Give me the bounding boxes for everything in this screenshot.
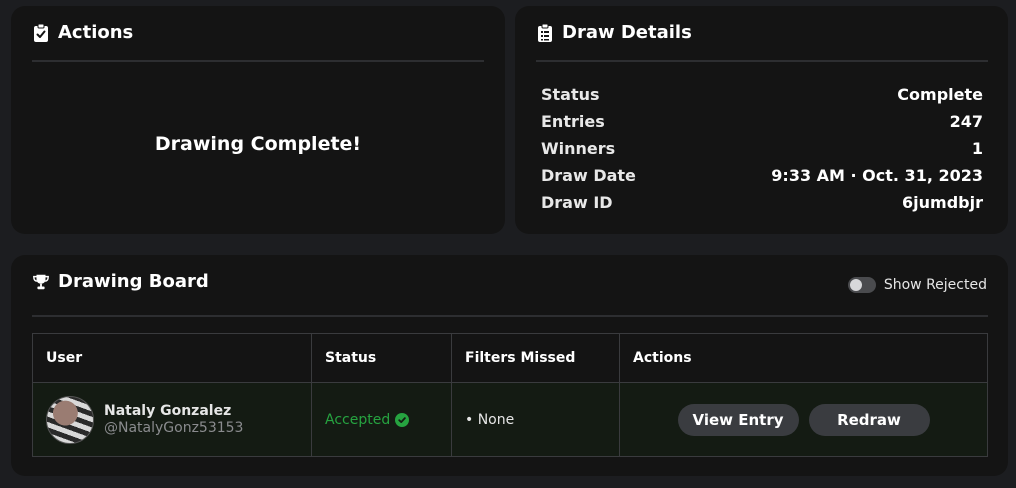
detail-row-status: Status Complete	[541, 81, 983, 108]
user-cell: Nataly Gonzalez @NatalyGonz53153	[33, 383, 312, 456]
clipboard-list-icon	[536, 23, 554, 43]
table-header-row: User Status Filters Missed Actions	[33, 334, 987, 383]
entries-table: User Status Filters Missed Actions Natal…	[32, 333, 988, 457]
column-header-filters-missed: Filters Missed	[452, 334, 620, 382]
show-rejected-toggle-wrap[interactable]: Show Rejected	[847, 277, 987, 293]
divider	[32, 315, 988, 317]
column-header-status: Status	[312, 334, 452, 382]
show-rejected-toggle[interactable]	[847, 277, 876, 293]
status-text: Accepted	[325, 411, 391, 428]
divider	[536, 60, 988, 62]
actions-panel: Actions Drawing Complete!	[11, 6, 505, 234]
detail-row-entries: Entries 247	[541, 108, 983, 135]
actions-title: Actions	[58, 22, 134, 43]
user-handle: @NatalyGonz53153	[104, 420, 244, 436]
detail-key: Winners	[541, 139, 616, 158]
filters-missed-cell: • None	[452, 383, 620, 456]
detail-row-draw-date: Draw Date 9:33 AM · Oct. 31, 2023	[541, 162, 983, 189]
view-entry-button[interactable]: View Entry	[677, 403, 799, 436]
column-header-user: User	[33, 334, 312, 382]
divider	[32, 60, 484, 62]
avatar	[46, 395, 94, 444]
actions-cell: View Entry Redraw	[620, 383, 987, 456]
detail-key: Draw Date	[541, 166, 636, 185]
detail-value: 247	[949, 112, 983, 131]
details-table: Status Complete Entries 247 Winners 1 Dr…	[541, 81, 983, 216]
draw-details-panel: Draw Details Status Complete Entries 247…	[515, 6, 1008, 234]
drawing-board-header: Drawing Board	[32, 271, 209, 292]
user-info: Nataly Gonzalez @NatalyGonz53153	[104, 403, 243, 436]
detail-row-winners: Winners 1	[541, 135, 983, 162]
detail-key: Status	[541, 85, 600, 104]
detail-key: Entries	[541, 112, 605, 131]
status-cell: Accepted	[312, 383, 452, 456]
column-header-actions: Actions	[633, 350, 692, 366]
detail-value: 1	[971, 139, 983, 158]
redraw-button[interactable]: Redraw	[808, 403, 930, 436]
detail-value: Complete	[897, 85, 983, 104]
status-badge: Accepted	[325, 411, 410, 428]
draw-details-title: Draw Details	[562, 22, 692, 43]
detail-key: Draw ID	[541, 193, 613, 212]
toggle-knob	[849, 279, 862, 291]
drawing-board-title: Drawing Board	[58, 271, 209, 292]
actions-header: Actions	[32, 22, 133, 43]
clipboard-check-icon	[32, 23, 50, 43]
table-row: Nataly Gonzalez @NatalyGonz53153 Accepte…	[33, 383, 987, 456]
drawing-complete-message: Drawing Complete!	[154, 133, 362, 155]
draw-details-header: Draw Details	[536, 22, 692, 43]
check-circle-icon	[395, 412, 410, 427]
detail-value: 6jumdbjr	[902, 193, 983, 212]
trophy-icon	[32, 272, 50, 292]
drawing-board-panel: Drawing Board Show Rejected User Status …	[11, 255, 1008, 476]
show-rejected-label: Show Rejected	[883, 277, 987, 293]
user-name: Nataly Gonzalez	[104, 403, 232, 419]
detail-row-draw-id: Draw ID 6jumdbjr	[541, 189, 983, 216]
detail-value: 9:33 AM · Oct. 31, 2023	[771, 166, 983, 185]
